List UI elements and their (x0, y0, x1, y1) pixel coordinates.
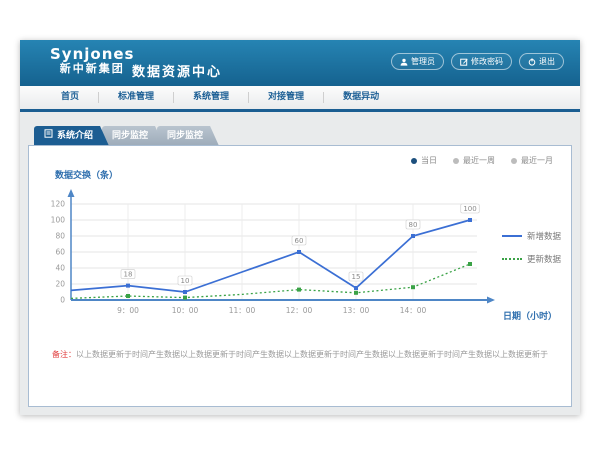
x-axis-title: 日期（小时） (503, 309, 557, 322)
svg-text:10：00: 10：00 (172, 306, 199, 315)
legend-update-data[interactable]: 更新数据 (502, 253, 561, 265)
document-icon (44, 126, 53, 146)
svg-text:14：00: 14：00 (400, 306, 427, 315)
power-icon (528, 58, 536, 66)
svg-text:100: 100 (463, 205, 476, 213)
footnote-text: 以上数据更新于时间产生数据以上数据更新于时间产生数据以上数据更新于时间产生数据以… (76, 350, 548, 359)
svg-text:80: 80 (409, 221, 418, 229)
period-today-label: 当日 (421, 155, 437, 166)
logo-cn-text: 新中新集团 (50, 62, 135, 76)
app-window: Synjones 新中新集团 数据资源中心 管理员 修改密码 退出 (20, 40, 580, 415)
radio-unselected-icon (511, 158, 517, 164)
edit-icon (460, 58, 468, 66)
svg-text:20: 20 (55, 280, 65, 289)
y-axis-title: 数据交换（条） (55, 168, 118, 181)
svg-text:60: 60 (295, 237, 304, 245)
svg-text:80: 80 (55, 232, 65, 241)
radio-unselected-icon (453, 158, 459, 164)
footnote: 备注：以上数据更新于时间产生数据以上数据更新于时间产生数据以上数据更新于时间产生… (37, 349, 563, 360)
period-last-week-label: 最近一周 (463, 155, 495, 166)
period-option-last-week[interactable]: 最近一周 (453, 155, 495, 166)
company-logo: Synjones 新中新集团 (50, 47, 135, 76)
svg-text:12：00: 12：00 (286, 306, 313, 315)
logout-button[interactable]: 退出 (519, 53, 564, 70)
nav-item-home[interactable]: 首页 (42, 92, 99, 103)
admin-user-button[interactable]: 管理员 (391, 53, 444, 70)
tab-sync-monitor-2[interactable]: 同步监控 (157, 126, 219, 146)
nav-item-integration[interactable]: 对接管理 (249, 92, 324, 103)
svg-text:15: 15 (352, 273, 361, 281)
svg-text:11：00: 11：00 (229, 306, 256, 315)
period-last-month-label: 最近一月 (521, 155, 553, 166)
svg-text:10: 10 (181, 277, 190, 285)
admin-user-label: 管理员 (411, 56, 435, 67)
tab-sync-monitor-1[interactable]: 同步监控 (102, 126, 164, 146)
main-nav: 首页 标准管理 系统管理 对接管理 数据异动 (20, 86, 580, 112)
tab-sync-monitor-1-label: 同步监控 (112, 126, 148, 146)
change-password-button[interactable]: 修改密码 (451, 53, 512, 70)
tab-bar: 系统介绍 同步监控 同步监控 (34, 126, 212, 146)
page-title: 数据资源中心 (132, 61, 222, 80)
tab-sync-monitor-2-label: 同步监控 (167, 126, 203, 146)
nav-item-data-change[interactable]: 数据异动 (324, 92, 398, 103)
app-header: Synjones 新中新集团 数据资源中心 管理员 修改密码 退出 (20, 40, 580, 86)
tab-system-intro-label: 系统介绍 (57, 126, 93, 146)
svg-text:40: 40 (55, 264, 65, 273)
change-password-label: 修改密码 (471, 56, 503, 67)
svg-text:120: 120 (51, 200, 66, 209)
legend-new-data-label: 新增数据 (527, 230, 561, 242)
svg-text:0: 0 (60, 296, 65, 305)
footnote-label: 备注： (52, 350, 76, 359)
line-chart: 0 20 40 60 80 100 120 9：00 10：00 11：00 12：00 13：00 1… (37, 182, 497, 332)
legend-update-data-label: 更新数据 (527, 253, 561, 265)
svg-text:60: 60 (55, 248, 65, 257)
radio-selected-icon (411, 158, 417, 164)
period-selector: 当日 最近一周 最近一月 (411, 155, 553, 166)
header-actions: 管理员 修改密码 退出 (391, 53, 564, 70)
svg-text:100: 100 (51, 216, 66, 225)
series-legend: 新增数据 更新数据 (502, 230, 561, 265)
svg-text:18: 18 (124, 271, 133, 279)
svg-text:9：00: 9：00 (117, 306, 139, 315)
solid-line-icon (502, 235, 522, 237)
nav-item-standards[interactable]: 标准管理 (99, 92, 174, 103)
content-area: 系统介绍 同步监控 同步监控 当日 最近一周 (20, 112, 580, 412)
period-option-today[interactable]: 当日 (411, 155, 437, 166)
tab-system-intro[interactable]: 系统介绍 (34, 126, 109, 146)
svg-text:13：00: 13：00 (343, 306, 370, 315)
dotted-line-icon (502, 258, 522, 260)
legend-new-data[interactable]: 新增数据 (502, 230, 561, 242)
logout-label: 退出 (539, 56, 555, 67)
logo-en-text: Synjones (50, 47, 135, 62)
nav-item-system[interactable]: 系统管理 (174, 92, 249, 103)
chart-panel: 当日 最近一周 最近一月 数据交换（条） 0 20 40 60 80 100 120 9：00… (28, 145, 572, 407)
user-icon (400, 58, 408, 66)
period-option-last-month[interactable]: 最近一月 (511, 155, 553, 166)
